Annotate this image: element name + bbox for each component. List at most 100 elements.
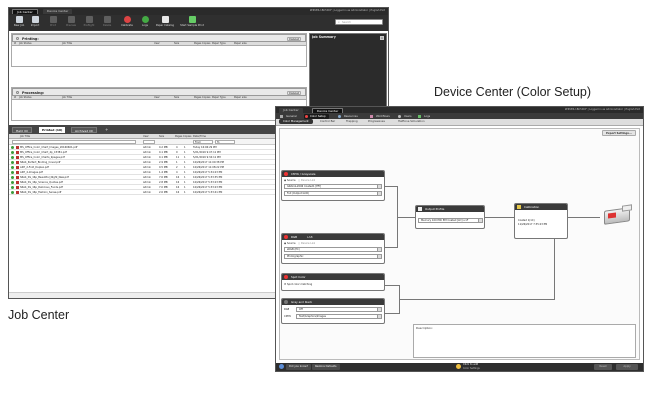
calibration-set: Coated 1(1C): [518, 219, 535, 222]
job-summary-title: Job Summary: [312, 35, 336, 39]
nav-color-setup[interactable]: Color Setup: [304, 113, 329, 119]
nav-general[interactable]: General: [280, 114, 300, 119]
close-icon[interactable]: ×: [380, 35, 384, 40]
cmyk-device-link-label: Device Link: [300, 179, 316, 182]
nav-users[interactable]: Users: [398, 114, 415, 119]
description-panel: Description:: [413, 324, 636, 358]
gray-black-icon: [284, 300, 288, 304]
spot-color-matching-checkbox[interactable]: ☑ Spot color matching: [284, 283, 312, 286]
col-job-status[interactable]: Job Status: [19, 42, 32, 45]
apply-button[interactable]: Apply: [616, 364, 638, 370]
col-job-status[interactable]: Job Status: [19, 96, 32, 99]
tab-printed[interactable]: Printed (16): [39, 127, 66, 133]
search-input[interactable]: ⌕ Search: [335, 19, 383, 25]
col-job-title[interactable]: Job Title: [62, 42, 72, 45]
printing-cancel-button[interactable]: Cancel: [287, 36, 301, 41]
cmyk-device-link-radio[interactable]: ○ Device Link: [298, 179, 315, 182]
cmyk-profile-select[interactable]: GRACoL2006 Coated1 [EFI]: [284, 184, 382, 189]
rgb-intent-select[interactable]: Photographic: [284, 254, 382, 259]
output-profile-title: Output Profile: [425, 207, 445, 211]
cmyk-intent-value: Full (Output GCR): [287, 192, 309, 195]
col-size[interactable]: Size: [174, 42, 179, 45]
did-you-know-button[interactable]: Did you know?: [286, 364, 312, 370]
nav-workflows[interactable]: Workflows: [370, 114, 393, 119]
gray-cmyk-select[interactable]: Text/Graphics/Images: [296, 314, 382, 319]
nav-resources[interactable]: Resources: [338, 114, 361, 119]
cmyk-grayscale-box: CMYK / Grayscale ◉ Source ○ Device Link …: [281, 170, 385, 201]
col-pages[interactable]: Pages: [194, 96, 201, 99]
tab-device-center[interactable]: Device Center: [43, 9, 73, 14]
date-cell: 10/26/2017 5:33:41 PM: [193, 191, 223, 194]
start-sample-print-button[interactable]: Start Sample Print: [179, 16, 205, 27]
restore-defaults-button[interactable]: Restore Defaults: [312, 364, 340, 370]
calibrate-icon: [123, 16, 131, 23]
col-user[interactable]: User: [154, 96, 160, 99]
gray-rgb-value: Off: [299, 308, 303, 311]
calibrate-label: Calibrate: [121, 24, 133, 27]
status-ok-icon: [11, 156, 14, 159]
preflight-button[interactable]: Preflight: [79, 16, 99, 27]
paper-catalog-label: Paper Catalog: [155, 24, 175, 27]
sample-print-icon: [188, 16, 196, 23]
cmyk-profile-value: GRACoL2006 Coated1 [EFI]: [287, 185, 322, 188]
tab-archived[interactable]: Archived (0): [71, 127, 98, 133]
status-ok-icon: [11, 181, 14, 184]
col-paper-size[interactable]: Paper size: [234, 96, 247, 99]
col-job-title[interactable]: Job Title: [62, 96, 72, 99]
processing-columns: # Job Status Job Title User Size Pages C…: [12, 96, 306, 100]
logs-icon: [141, 16, 149, 23]
delete-button[interactable]: Delete: [97, 16, 117, 27]
new-job-icon: [15, 16, 23, 23]
col-size[interactable]: Size: [174, 96, 179, 99]
connector-line: [385, 313, 399, 314]
paper-catalog-button[interactable]: Paper Catalog: [155, 16, 175, 27]
nav-logs[interactable]: Logs: [418, 114, 433, 119]
pdf-file-icon: [16, 181, 19, 184]
subtab-progressives[interactable]: Progressives: [364, 119, 389, 124]
calibration-title: Calibration: [524, 205, 540, 209]
col-user[interactable]: User: [154, 42, 160, 45]
subtab-halftone-simulation[interactable]: Halftone Simulation: [394, 119, 429, 124]
preflight-label: Preflight: [83, 24, 95, 27]
col-copies[interactable]: Copies: [202, 42, 210, 45]
tab-job-center[interactable]: Job Center: [12, 9, 38, 14]
export-settings-button[interactable]: Export Settings...: [602, 130, 636, 136]
col-pages[interactable]: Pages: [194, 42, 201, 45]
user-filter-dropdown[interactable]: [143, 139, 155, 144]
processing-cancel-button[interactable]: Cancel: [287, 90, 301, 95]
logs-button[interactable]: Logs: [135, 16, 155, 27]
pdf-file-icon: [16, 151, 19, 154]
print-button[interactable]: Print: [43, 16, 63, 27]
date-to-input[interactable]: To: [215, 139, 235, 144]
subtab-color-management[interactable]: Color Management: [279, 119, 313, 124]
gray-black-title: Gray and black: [291, 300, 313, 304]
calibration-date: 11/26/2017 7:35:23 PM: [518, 223, 548, 226]
connector-line: [568, 217, 600, 218]
rgb-device-link-radio[interactable]: ○ Device Link: [298, 242, 315, 245]
rgb-profile-select[interactable]: sRGB (PC): [284, 247, 382, 252]
add-tab-icon[interactable]: +: [105, 127, 111, 133]
preview-button[interactable]: Preview: [61, 16, 81, 27]
col-paper-type[interactable]: Paper Type: [212, 42, 226, 45]
col-number[interactable]: #: [14, 96, 16, 99]
title-filter-input[interactable]: [12, 139, 136, 144]
reset-button[interactable]: Reset: [594, 364, 612, 370]
rgb-source-radio[interactable]: ◉ Source: [284, 242, 296, 245]
subtab-control-bar[interactable]: Control Bar: [316, 119, 339, 124]
calibrate-button[interactable]: Calibrate: [117, 16, 137, 27]
rgb-lab-box: RGB LAB ◉ Source ○ Device Link sRGB (PC) …: [281, 233, 385, 264]
col-paper-type[interactable]: Paper Type: [212, 96, 226, 99]
import-button[interactable]: Import: [25, 16, 45, 27]
gray-rgb-select[interactable]: Off: [296, 307, 382, 312]
cmyk-source-radio[interactable]: ◉ Source: [284, 179, 296, 182]
date-from-input[interactable]: From: [193, 139, 213, 144]
col-number[interactable]: #: [14, 42, 16, 45]
description-label: Description:: [416, 326, 433, 330]
col-paper-size[interactable]: Paper size: [234, 42, 247, 45]
col-copies[interactable]: Copies: [202, 96, 210, 99]
cmyk-intent-select[interactable]: Full (Output GCR): [284, 191, 382, 196]
output-profile-select[interactable]: Mercury 100 IMC EM Coated [LD] v.1F: [418, 218, 483, 223]
subtab-trapping[interactable]: Trapping: [342, 119, 362, 124]
tab-held[interactable]: Held (0): [12, 127, 33, 133]
printing-panel: Printing: Cancel # Job Status Job Title …: [11, 33, 307, 67]
